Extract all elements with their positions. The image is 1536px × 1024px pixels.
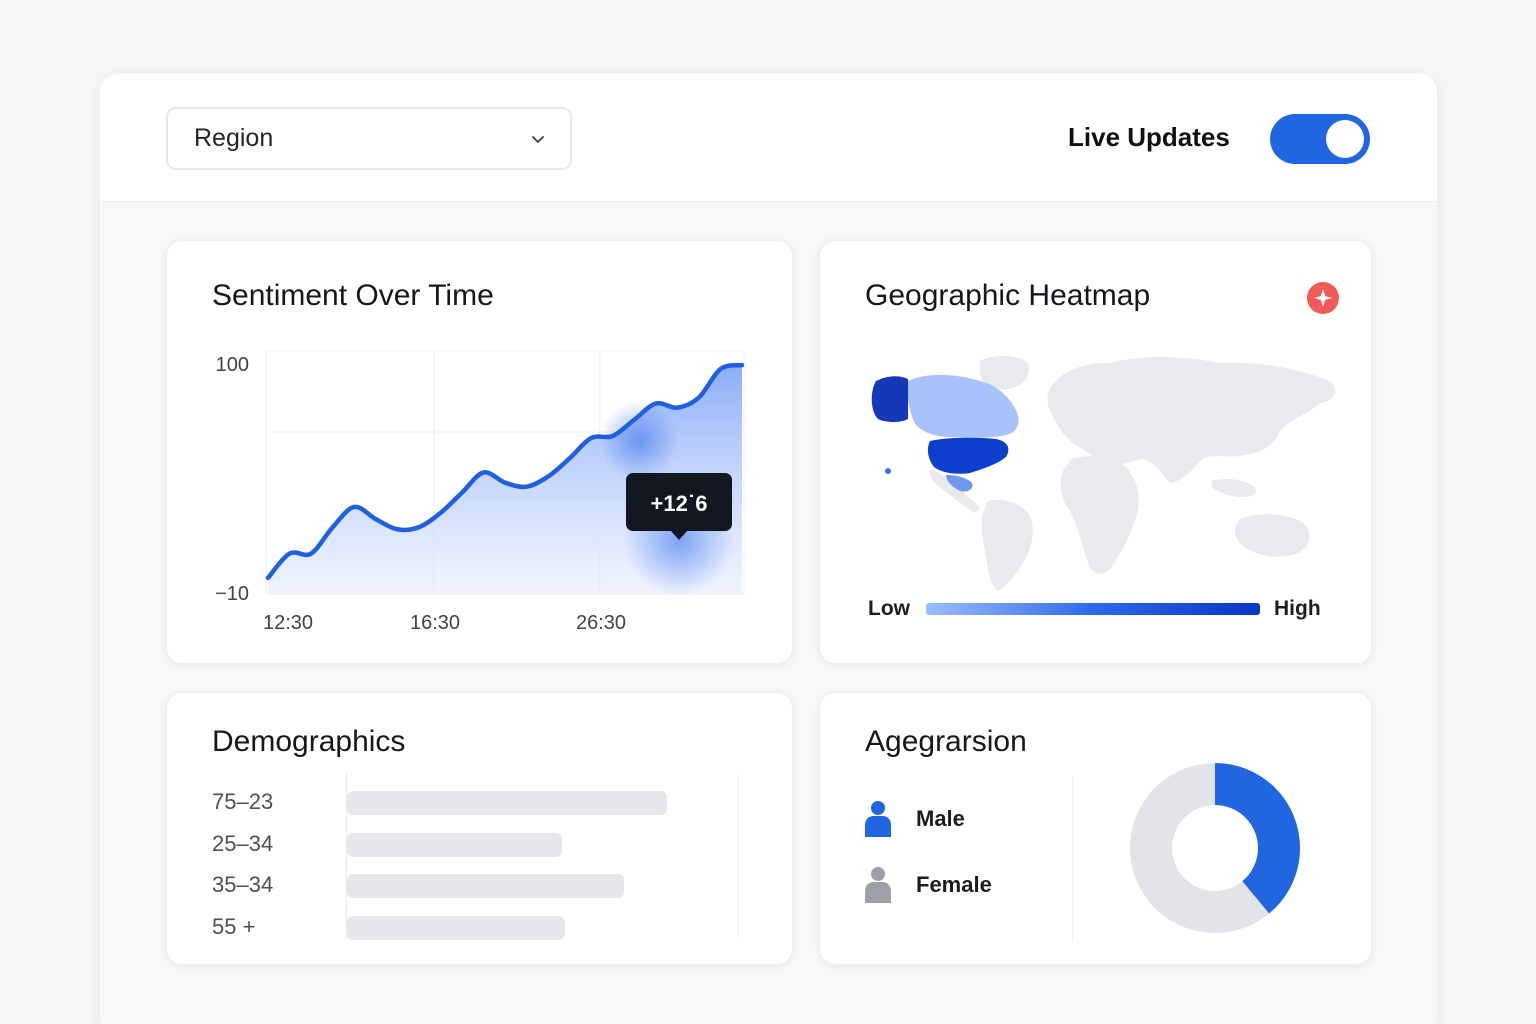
demographics-row: 55 + <box>212 914 772 940</box>
demographics-row-label: 25–34 <box>212 831 274 856</box>
legend-gradient-bar <box>926 603 1260 615</box>
demographics-row-label: 75–23 <box>212 789 274 814</box>
heat-dot <box>885 468 891 474</box>
gender-donut-chart <box>1130 763 1300 933</box>
sentiment-chart: 100 −10 12:30 16:30 26:30 +12˙6 <box>215 350 745 634</box>
demographics-bar <box>347 874 624 898</box>
legend-high-label: High <box>1274 597 1321 620</box>
region-select[interactable]: Region <box>166 107 572 170</box>
world-map <box>871 355 1336 591</box>
value-tooltip: +12˙6 <box>626 473 732 540</box>
x-tick-label: 12:30 <box>263 612 313 634</box>
gender-card: Agegrarsion Male Female <box>819 692 1372 965</box>
toggle-knob <box>1326 120 1364 158</box>
legend-label-female: Female <box>916 872 992 897</box>
demographics-title: Demographics <box>212 725 406 758</box>
demographics-row: 25–34 <box>212 831 772 857</box>
top-bar: Region Live Updates <box>100 74 1437 202</box>
demographics-bar <box>347 791 667 815</box>
demographics-row-label: 55 + <box>212 914 256 939</box>
heat-region-alaska <box>871 376 908 422</box>
demographics-card: Demographics 75–23 25–34 35–34 55 + <box>166 692 793 965</box>
gender-divider <box>1072 777 1073 942</box>
demographics-row: 35–34 <box>212 872 772 898</box>
live-updates-toggle[interactable] <box>1270 114 1370 164</box>
y-tick-label: −10 <box>215 583 249 605</box>
y-tick-label: 100 <box>216 354 249 376</box>
legend-label-male: Male <box>916 806 965 831</box>
female-person-icon <box>865 867 891 903</box>
region-select-value: Region <box>194 124 274 152</box>
male-person-icon <box>865 801 891 837</box>
sentiment-card: Sentiment Over Time 100 −10 12:30 16:30 26:… <box>166 240 793 664</box>
heatmap-card: Geographic Heatmap Low High <box>819 240 1372 664</box>
chevron-down-icon <box>532 136 544 143</box>
gender-title: Agegrarsion <box>865 725 1027 758</box>
x-tick-label: 26:30 <box>576 612 626 634</box>
x-tick-label: 16:30 <box>410 612 460 634</box>
tooltip-text: +12˙6 <box>651 491 708 516</box>
demographics-row: 75–23 <box>212 789 772 815</box>
live-updates-label: Live Updates <box>1068 122 1230 152</box>
legend-item-female: Female <box>864 867 992 903</box>
legend-item-male: Male <box>864 801 965 837</box>
alert-icon[interactable] <box>1307 282 1339 314</box>
heat-region-usa <box>927 437 1009 474</box>
heatmap-title: Geographic Heatmap <box>865 279 1151 312</box>
demographics-bar <box>347 833 562 857</box>
legend-low-label: Low <box>868 597 910 620</box>
demographics-row-label: 35–34 <box>212 872 274 897</box>
demographics-bar <box>347 916 566 940</box>
